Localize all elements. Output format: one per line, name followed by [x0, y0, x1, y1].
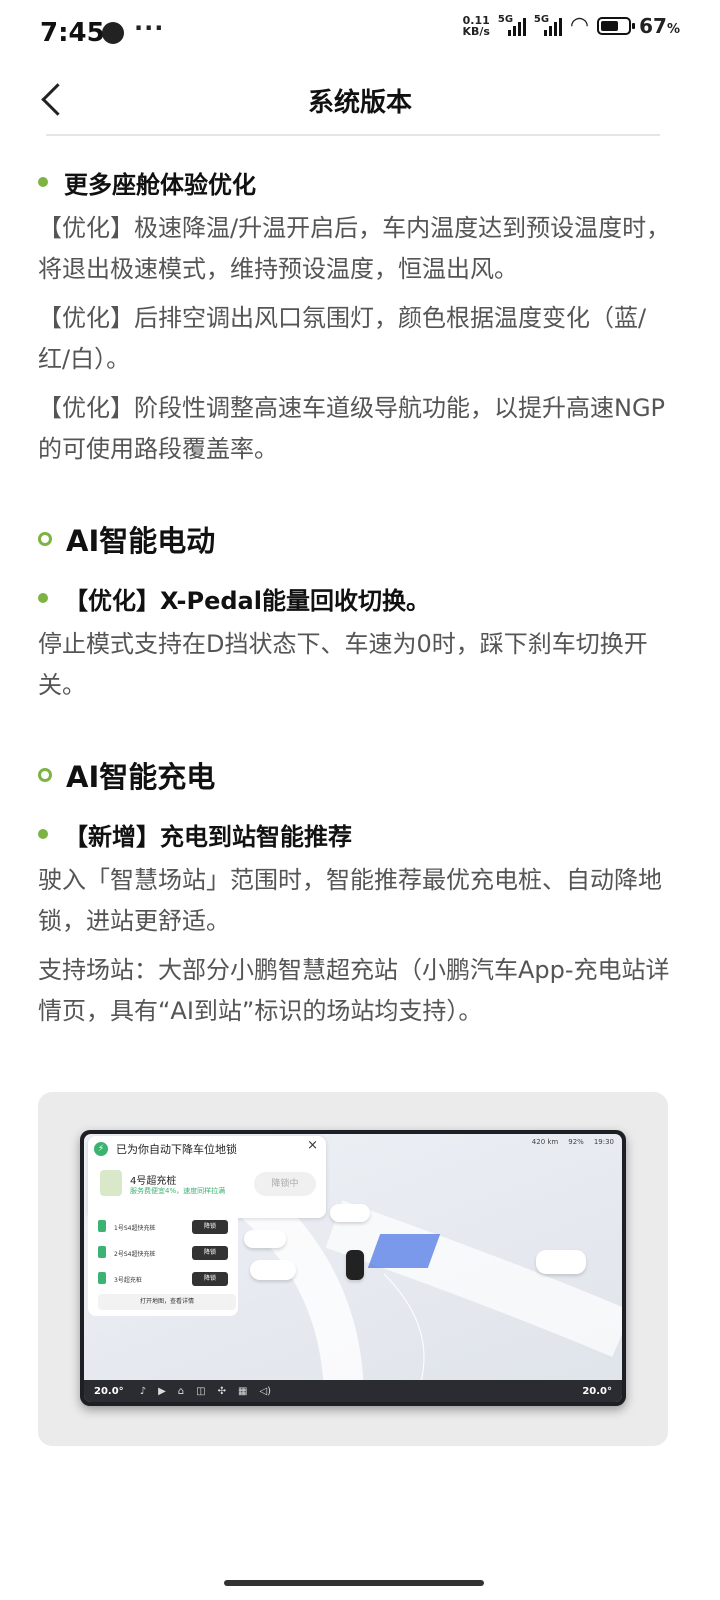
- car-icon: [330, 1204, 370, 1222]
- bullet-dot-icon: [38, 177, 48, 187]
- home-indicator[interactable]: [224, 1580, 484, 1586]
- signal-icon: 5G: [498, 14, 526, 36]
- car-dock: 20.0° ♪ ▶ ⌂ ◫ ✣ ▦ ◁) 20.0°: [84, 1380, 622, 1402]
- car-icon: [250, 1260, 296, 1280]
- close-icon[interactable]: ×: [307, 1138, 318, 1153]
- page-title: 系统版本: [307, 88, 412, 118]
- car-icon: [536, 1250, 586, 1274]
- feature-text: 支持场站：大部分小鹏智慧超充站（小鹏汽车App-充电站详情页，具有“AI到站”标…: [38, 956, 670, 1025]
- clock: 7:45: [40, 18, 105, 48]
- ego-car-icon: [346, 1250, 364, 1280]
- unlock-button[interactable]: 降锁: [192, 1246, 228, 1260]
- station-desc: 服务费便宜4%，速度同样拉满: [130, 1187, 226, 1195]
- charger-icon: [98, 1272, 106, 1284]
- play-icon[interactable]: ▶: [158, 1386, 166, 1397]
- list-item: 1号S4超快充桩 降锁: [98, 1220, 228, 1238]
- status-bar: 7:45 ··· 0.11 KB/s 5G 5G ◠ 67%: [0, 0, 720, 66]
- notification-title: 已为你自动下降车位地锁: [116, 1143, 237, 1156]
- charger-icon: [98, 1246, 106, 1258]
- feature-text: 【优化】极速降温/升温开启后，车内温度达到预设温度时，将退出极速模式，维持预设温…: [38, 214, 671, 283]
- open-map-button[interactable]: 打开地图，查看详情: [98, 1294, 236, 1310]
- notification-icon: [102, 22, 124, 44]
- release-notes: 更多座舱体验优化 【优化】极速降温/升温开启后，车内温度达到预设温度时，将退出极…: [38, 160, 678, 1040]
- network-speed: 0.11 KB/s: [462, 14, 490, 38]
- section-title: AI智能电动: [38, 514, 678, 564]
- feature-heading: 【优化】X-Pedal能量回收切换。: [38, 576, 678, 620]
- car-display: 420 km 92% 19:30 ⚡ 已为你自动下降车位地锁 × 4号超充桩 服…: [80, 1130, 626, 1406]
- list-item: 3号超充桩 降锁: [98, 1272, 228, 1290]
- station-name: 4号超充桩: [130, 1176, 177, 1187]
- feature-text: 【优化】后排空调出风口氛围灯，颜色根据温度变化（蓝/红/白）。: [38, 304, 647, 373]
- car-icon[interactable]: ◫: [196, 1386, 205, 1397]
- home-icon[interactable]: ⌂: [178, 1386, 184, 1397]
- feature-screenshot: 420 km 92% 19:30 ⚡ 已为你自动下降车位地锁 × 4号超充桩 服…: [38, 1092, 668, 1446]
- wifi-icon: ◠: [569, 13, 590, 38]
- charger-icon: [98, 1220, 106, 1232]
- fan-icon[interactable]: ✣: [218, 1386, 226, 1397]
- bullet-dot-icon: [38, 829, 48, 839]
- car-icon: [244, 1230, 286, 1248]
- charger-icon: [100, 1170, 122, 1196]
- parking-spot: [367, 1234, 441, 1268]
- apps-icon[interactable]: ▦: [238, 1386, 247, 1397]
- signal-icon: 5G: [534, 14, 562, 36]
- charger-list: 1号S4超快充桩 降锁 2号S4超快充桩 降锁 3号超充桩 降锁 打开地图，查看…: [88, 1206, 238, 1316]
- music-icon[interactable]: ♪: [140, 1386, 146, 1397]
- feature-heading: 【新增】充电到站智能推荐: [38, 812, 678, 856]
- section-title: AI智能充电: [38, 750, 678, 800]
- battery-percent: 67%: [639, 14, 680, 38]
- temp-left[interactable]: 20.0°: [94, 1386, 124, 1397]
- charging-bolt-icon: ⚡: [94, 1142, 108, 1156]
- unlock-button[interactable]: 降锁中: [254, 1172, 316, 1196]
- unlock-button[interactable]: 降锁: [192, 1272, 228, 1286]
- section-ring-icon: [38, 768, 52, 782]
- header-divider: [46, 134, 660, 136]
- feature-text: 【优化】阶段性调整高速车道级导航功能，以提升高速NGP的可使用路段覆盖率。: [38, 394, 666, 463]
- volume-icon[interactable]: ◁): [259, 1386, 271, 1397]
- section-ring-icon: [38, 532, 52, 546]
- car-status-bar: 420 km 92% 19:30: [531, 1138, 614, 1146]
- unlock-button[interactable]: 降锁: [192, 1220, 228, 1234]
- bullet-dot-icon: [38, 593, 48, 603]
- temp-right[interactable]: 20.0°: [582, 1386, 612, 1397]
- feature-heading: 更多座舱体验优化: [38, 160, 678, 204]
- more-notifications-icon: ···: [134, 14, 165, 42]
- list-item: 2号S4超快充桩 降锁: [98, 1246, 228, 1264]
- feature-text: 停止模式支持在D挡状态下、车速为0时，踩下刹车切换开关。: [38, 630, 648, 699]
- battery-icon: [597, 17, 636, 35]
- app-header: 系统版本: [0, 66, 720, 136]
- feature-text: 驶入「智慧场站」范围时，智能推荐最优充电桩、自动降地锁，进站更舒适。: [38, 866, 662, 935]
